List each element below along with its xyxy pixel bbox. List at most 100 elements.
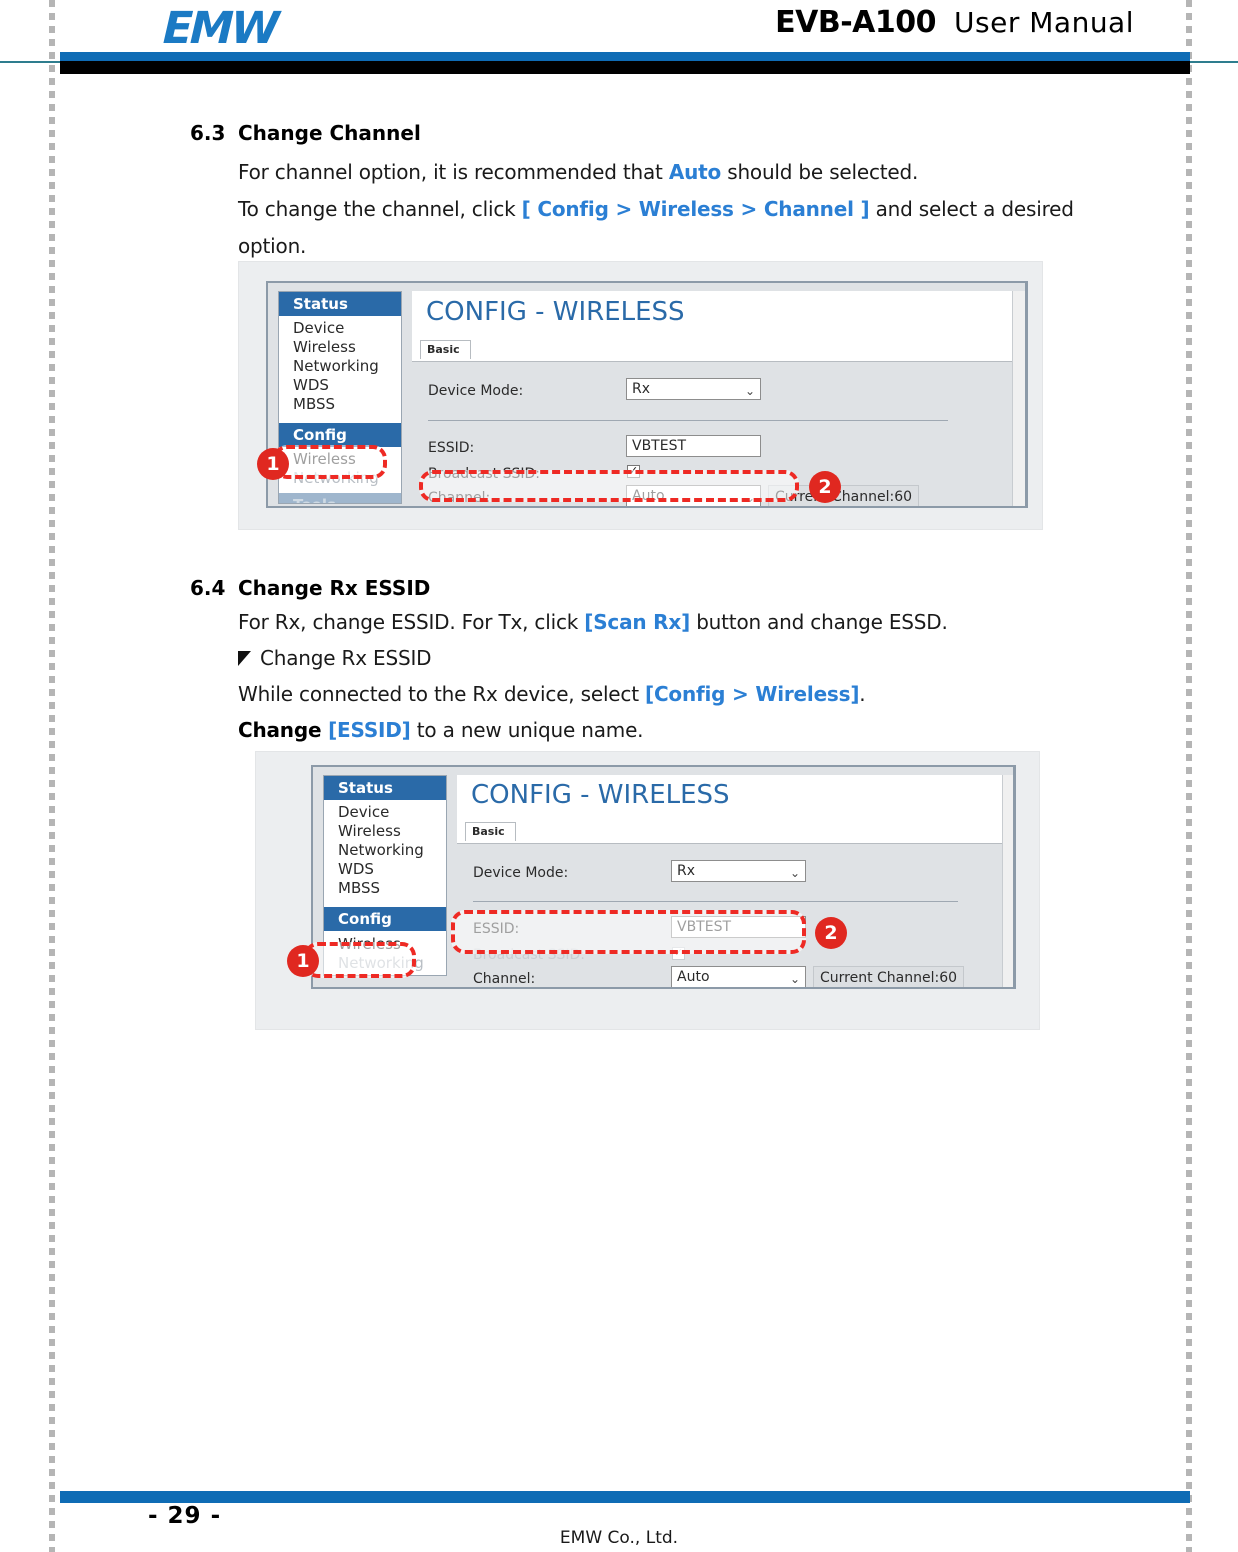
web-ui-window-1: Status Device Wireless Networking WDS MB… (266, 281, 1028, 508)
nav-item-mbss-2[interactable]: MBSS (324, 879, 446, 898)
section-number-6-4: 6.4 (190, 576, 226, 600)
select-value: Auto (677, 969, 710, 985)
field-label-channel-2: Channel: (473, 971, 536, 987)
field-select-channel-1[interactable]: Auto ⌄ (626, 485, 761, 506)
paragraph-6-4-4: Change [ESSID] to a new unique name. (238, 718, 644, 742)
paragraph-6-4-2: Change Rx ESSID (238, 646, 432, 670)
section-heading-6-3: 6.3 Change Channel (190, 121, 421, 145)
annotation-badge-2a: 1 (287, 945, 319, 977)
text-run: While connected to the Rx device, select (238, 682, 646, 706)
web-ui-window-2: Status Device Wireless Networking WDS MB… (311, 765, 1016, 989)
manual-label: User Manual (954, 6, 1134, 39)
text-run: and select a desired (869, 197, 1074, 221)
nav-item-networking-2[interactable]: Networking (324, 841, 446, 860)
text-run-link: [ Config > Wireless > Channel ] (521, 197, 870, 221)
panel-scrollbar-1[interactable] (1012, 291, 1025, 506)
text-run: For channel option, it is recommended th… (238, 160, 669, 184)
text-run-link: [Scan Rx] (584, 610, 691, 634)
document-title: EVB-A100 User Manual (775, 5, 1134, 40)
footer-bar (60, 1491, 1190, 1503)
nav-item-device[interactable]: Device (279, 319, 401, 338)
nav-header-tools: Tools (279, 493, 401, 503)
section-number-6-3: 6.3 (190, 121, 226, 145)
nav-status-group: Device Wireless Networking WDS MBSS (279, 316, 401, 418)
page-border-guide-right (1186, 0, 1192, 1552)
field-label-device-mode-1: Device Mode: (428, 383, 524, 399)
page-number: - 29 - (148, 1503, 222, 1529)
chevron-down-icon: ⌄ (789, 866, 800, 880)
paragraph-6-4-1: For Rx, change ESSID. For Tx, click [Sca… (238, 610, 948, 634)
text-run: should be selected. (721, 160, 919, 184)
text-run-link: Auto (668, 160, 722, 184)
section-title-6-4: Change Rx ESSID (238, 576, 431, 600)
paragraph-6-4-3: While connected to the Rx device, select… (238, 682, 866, 706)
annotation-badge-2b: 2 (815, 917, 847, 949)
text-run-link: [ESSID] (328, 718, 411, 742)
tab-basic-2[interactable]: Basic (465, 822, 516, 841)
form-divider-2 (473, 901, 958, 902)
chevron-down-icon: ⌄ (744, 491, 755, 505)
text-run: to a new unique name. (410, 718, 644, 742)
section-title-6-3: Change Channel (238, 121, 421, 145)
annotation-badge-1b: 2 (809, 471, 841, 503)
panel-scrollbar-2[interactable] (1002, 775, 1013, 987)
text-run-bold: Change (238, 718, 329, 742)
webui-form-1: Device Mode: Rx ⌄ ESSID: VBTEST Broadcas… (412, 362, 1012, 506)
document-page: EMW EVB-A100 User Manual 6.3 Change Channe… (0, 0, 1238, 1552)
text-run: . (859, 682, 866, 706)
text-run-link: [Config > Wireless] (645, 682, 860, 706)
nav-item-device-2[interactable]: Device (324, 803, 446, 822)
select-value: Rx (632, 381, 651, 397)
nav-item-wireless-2[interactable]: Wireless (324, 822, 446, 841)
form-divider-1 (428, 420, 948, 421)
nav-item-wds[interactable]: WDS (279, 376, 401, 395)
nav-item-config-wireless[interactable]: Wireless (279, 450, 401, 469)
field-select-channel-2[interactable]: Auto ⌄ (671, 966, 806, 987)
field-checkbox-broadcast-ssid-2[interactable]: ✓ (672, 947, 685, 960)
company-name: EMW Co., Ltd. (559, 1528, 679, 1548)
field-checkbox-broadcast-ssid-1[interactable]: ✓ (627, 465, 640, 478)
field-select-device-mode-1[interactable]: Rx ⌄ (626, 378, 761, 400)
text-run: button and change ESSD. (690, 610, 948, 634)
text-run: For Rx, change ESSID. For Tx, click (238, 610, 585, 634)
annotation-badge-1a: 1 (257, 448, 289, 480)
text-run: Change Rx ESSID (260, 646, 432, 670)
current-channel-readout-2: Current Channel:60 (813, 966, 965, 987)
panel-title-2: CONFIG - WIRELESS (471, 780, 730, 810)
nav-item-mbss[interactable]: MBSS (279, 395, 401, 414)
webui-nav-1: Status Device Wireless Networking WDS MB… (278, 291, 402, 504)
tabstrip-1: Basic (412, 340, 1012, 362)
nav-item-wireless[interactable]: Wireless (279, 338, 401, 357)
header-bar (60, 52, 1190, 74)
field-label-essid-2: ESSID: (473, 921, 520, 937)
field-label-broadcast-ssid-1: Broadcast SSID: (428, 466, 540, 482)
emw-logo: EMW (162, 3, 278, 54)
tab-basic-1[interactable]: Basic (420, 340, 471, 359)
panel-title-1: CONFIG - WIRELESS (426, 297, 685, 327)
select-value: Rx (677, 863, 696, 879)
select-value: Auto (632, 488, 665, 504)
text-run: To change the channel, click (238, 197, 522, 221)
section-heading-6-4: 6.4 Change Rx ESSID (190, 576, 430, 600)
text-run: option. (238, 234, 307, 258)
field-label-essid-1: ESSID: (428, 440, 475, 456)
nav-item-networking[interactable]: Networking (279, 357, 401, 376)
field-input-essid-2[interactable]: VBTEST (671, 916, 806, 938)
field-input-essid-1[interactable]: VBTEST (626, 435, 761, 457)
input-value: VBTEST (677, 919, 732, 935)
nav-item-config-wireless-2[interactable]: Wireless (324, 935, 446, 954)
field-label-broadcast-ssid-2: Broadcast SSID: (473, 947, 585, 963)
field-label-channel-1: Channel: (428, 490, 491, 506)
nav-header-status: Status (279, 292, 401, 316)
paragraph-6-3-2: To change the channel, click [ Config > … (238, 197, 1074, 221)
nav-status-group-2: Device Wireless Networking WDS MBSS (324, 800, 446, 902)
field-label-device-mode-2: Device Mode: (473, 865, 569, 881)
nav-item-config-networking[interactable]: Networking (279, 469, 401, 488)
paragraph-6-3-1: For channel option, it is recommended th… (238, 160, 918, 184)
nav-item-wds-2[interactable]: WDS (324, 860, 446, 879)
triangle-bullet-icon (238, 651, 251, 666)
field-select-device-mode-2[interactable]: Rx ⌄ (671, 860, 806, 882)
nav-header-config-2: Config (324, 907, 446, 931)
header-bar-blue-stripe (60, 52, 1190, 61)
nav-item-config-networking-2[interactable]: Networking (324, 954, 446, 973)
